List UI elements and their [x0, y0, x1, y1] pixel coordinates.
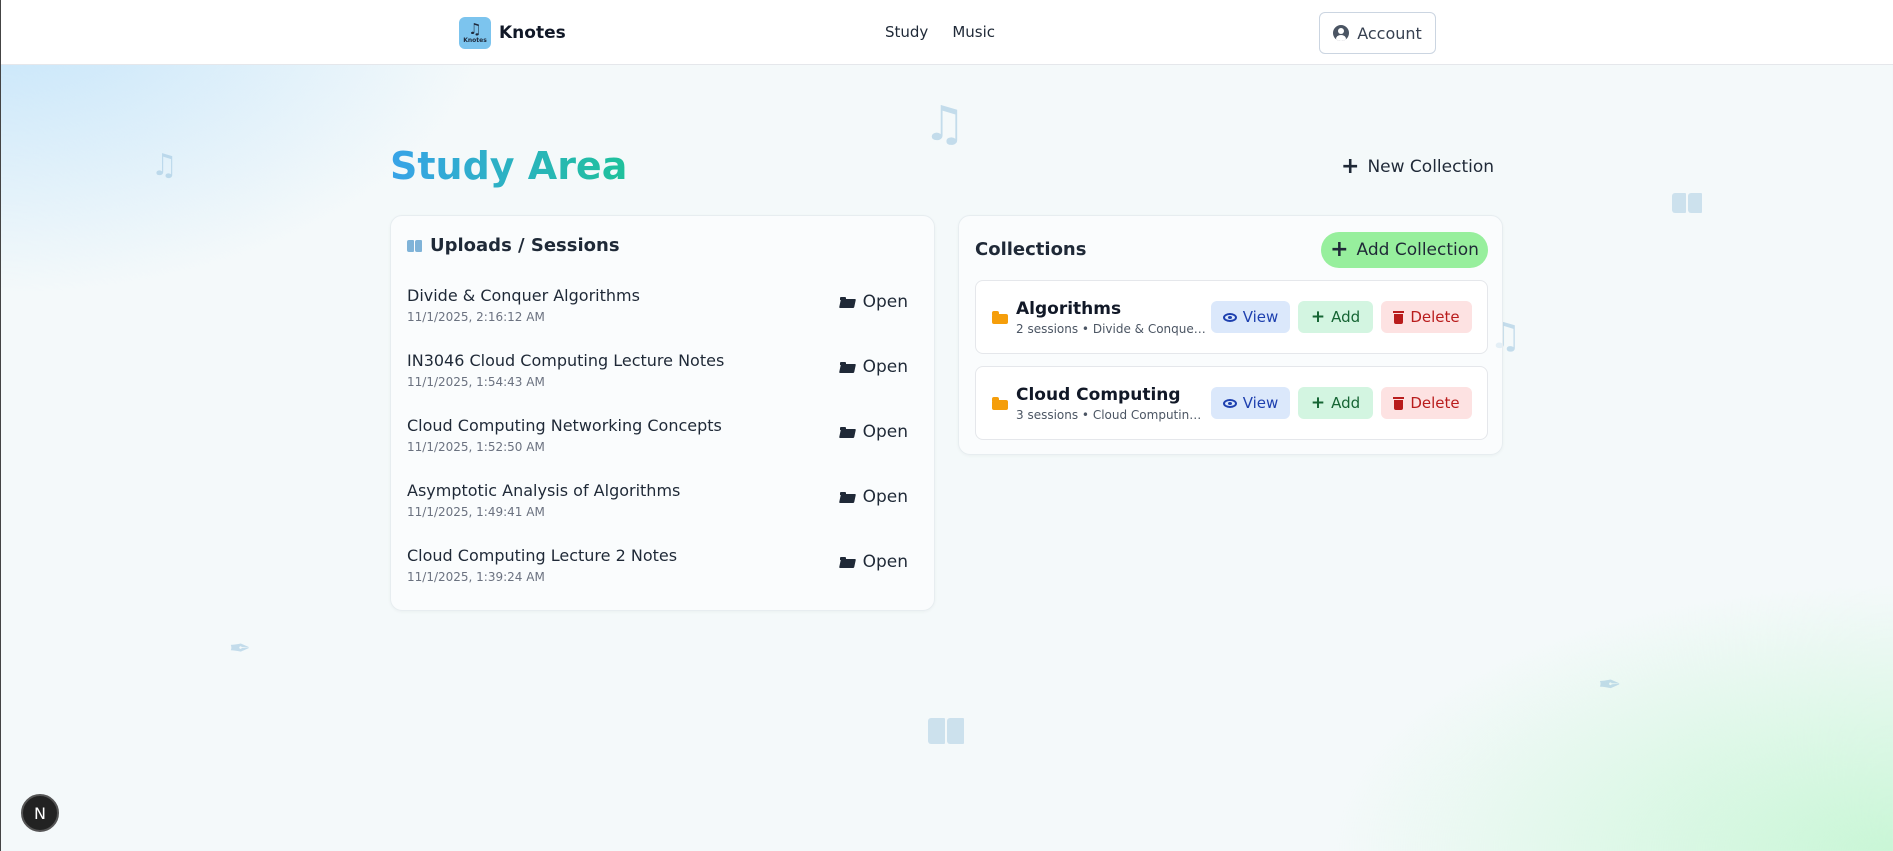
- plus-icon: +: [1310, 393, 1326, 413]
- nav-link-music[interactable]: Music: [952, 23, 995, 41]
- delete-collection-button[interactable]: Delete: [1381, 387, 1472, 419]
- collections-heading: Collections: [975, 239, 1087, 260]
- collection-name: Cloud Computing: [1016, 385, 1181, 405]
- music-note-deco-icon: ♫: [151, 148, 178, 183]
- uploads-heading: Uploads / Sessions: [407, 235, 620, 256]
- add-label: Add: [1331, 308, 1361, 326]
- open-session-button[interactable]: Open: [839, 487, 908, 507]
- user-circle-icon: [1333, 25, 1350, 41]
- session-title: Asymptotic Analysis of Algorithms: [407, 481, 681, 500]
- session-date: 11/1/2025, 2:16:12 AM: [407, 310, 545, 324]
- session-title: Cloud Computing Lecture 2 Notes: [407, 546, 678, 565]
- add-to-collection-button[interactable]: + Add: [1298, 301, 1373, 333]
- collection-summary: 2 sessions • Divide & Conquer Algorithms…: [1016, 322, 1208, 336]
- session-date: 11/1/2025, 1:54:43 AM: [407, 375, 545, 389]
- session-item[interactable]: Cloud Computing Lecture 2 Notes 11/1/202…: [407, 546, 920, 590]
- add-to-collection-button[interactable]: + Add: [1298, 387, 1373, 419]
- folder-open-icon: [839, 556, 855, 568]
- eye-icon: [1222, 398, 1237, 408]
- knotes-logo-icon: ♫ Knotes: [459, 17, 491, 49]
- folder-icon: [992, 311, 1008, 324]
- session-date: 11/1/2025, 1:39:24 AM: [407, 570, 545, 584]
- brand-name: Knotes: [499, 23, 566, 43]
- new-collection-button[interactable]: + New Collection: [1341, 154, 1495, 179]
- uploads-heading-text: Uploads / Sessions: [430, 235, 620, 256]
- delete-collection-button[interactable]: Delete: [1381, 301, 1472, 333]
- dev-tools-badge[interactable]: N: [21, 794, 59, 832]
- session-title: Divide & Conquer Algorithms: [407, 286, 640, 305]
- session-item[interactable]: IN3046 Cloud Computing Lecture Notes 11/…: [407, 351, 920, 395]
- collection-name: Algorithms: [1016, 299, 1122, 319]
- delete-label: Delete: [1410, 308, 1460, 326]
- view-collection-button[interactable]: View: [1211, 387, 1290, 419]
- uploads-sessions-panel: Uploads / Sessions Divide & Conquer Algo…: [390, 215, 935, 611]
- view-collection-button[interactable]: View: [1211, 301, 1290, 333]
- nav-link-study[interactable]: Study: [885, 23, 928, 41]
- eye-icon: [1222, 312, 1237, 322]
- brand[interactable]: ♫ Knotes Knotes: [459, 17, 566, 49]
- pen-deco-icon: ✒: [1598, 668, 1622, 701]
- open-label: Open: [862, 552, 908, 572]
- nav-links: Study Music: [885, 23, 995, 41]
- delete-label: Delete: [1410, 394, 1460, 412]
- folder-open-icon: [839, 426, 855, 438]
- open-label: Open: [862, 357, 908, 377]
- session-item[interactable]: Divide & Conquer Algorithms 11/1/2025, 2…: [407, 286, 920, 330]
- view-label: View: [1242, 394, 1279, 412]
- collection-item-cloud-computing[interactable]: Cloud Computing 3 sessions • Cloud Compu…: [975, 366, 1488, 440]
- folder-open-icon: [839, 491, 855, 503]
- book-deco-icon: [928, 718, 964, 744]
- logo-text: Knotes: [463, 37, 487, 44]
- view-label: View: [1242, 308, 1279, 326]
- session-item[interactable]: Asymptotic Analysis of Algorithms 11/1/2…: [407, 481, 920, 525]
- folder-open-icon: [839, 361, 855, 373]
- open-session-button[interactable]: Open: [839, 422, 908, 442]
- session-date: 11/1/2025, 1:49:41 AM: [407, 505, 545, 519]
- collection-item-algorithms[interactable]: Algorithms 2 sessions • Divide & Conquer…: [975, 280, 1488, 354]
- session-date: 11/1/2025, 1:52:50 AM: [407, 440, 545, 454]
- add-collection-label: Add Collection: [1356, 240, 1479, 260]
- open-label: Open: [862, 422, 908, 442]
- page-title: Study Area: [390, 144, 628, 188]
- open-session-button[interactable]: Open: [839, 292, 908, 312]
- session-title: Cloud Computing Networking Concepts: [407, 416, 722, 435]
- open-label: Open: [862, 487, 908, 507]
- folder-icon: [992, 397, 1008, 410]
- account-label: Account: [1357, 23, 1422, 43]
- open-label: Open: [862, 292, 908, 312]
- add-label: Add: [1331, 394, 1361, 412]
- book-icon: [407, 239, 422, 252]
- collection-summary: 3 sessions • Cloud Computing Lecture 2 N…: [1016, 408, 1208, 422]
- trash-icon: [1393, 310, 1405, 324]
- pen-deco-icon: ✒: [229, 634, 251, 664]
- open-session-button[interactable]: Open: [839, 552, 908, 572]
- plus-icon: +: [1310, 307, 1326, 327]
- book-deco-icon: [1672, 193, 1702, 213]
- new-collection-label: New Collection: [1367, 157, 1495, 177]
- navbar: ♫ Knotes Knotes Study Music Account: [1, 0, 1893, 65]
- session-title: IN3046 Cloud Computing Lecture Notes: [407, 351, 725, 370]
- folder-open-icon: [839, 296, 855, 308]
- open-session-button[interactable]: Open: [839, 357, 908, 377]
- account-button[interactable]: Account: [1319, 12, 1436, 54]
- collections-panel: Collections + Add Collection Algorithms …: [958, 215, 1503, 455]
- add-collection-button[interactable]: + Add Collection: [1321, 232, 1488, 268]
- music-note-deco-icon: ♫: [923, 96, 967, 152]
- plus-icon: +: [1330, 237, 1349, 262]
- session-item[interactable]: Cloud Computing Networking Concepts 11/1…: [407, 416, 920, 460]
- music-note-icon: ♫: [468, 20, 482, 38]
- trash-icon: [1393, 396, 1405, 410]
- plus-icon: +: [1341, 154, 1360, 179]
